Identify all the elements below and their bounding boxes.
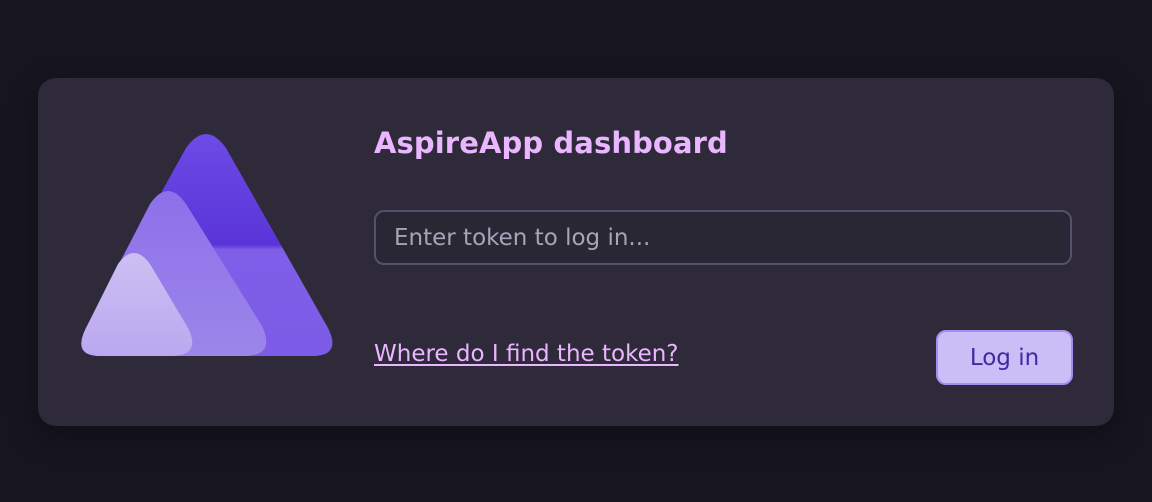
login-card: AspireApp dashboard Where do I find the … xyxy=(38,78,1114,426)
find-token-help-link[interactable]: Where do I find the token? xyxy=(374,341,679,367)
page-title: AspireApp dashboard xyxy=(374,126,728,160)
token-input[interactable] xyxy=(374,210,1072,265)
login-button[interactable]: Log in xyxy=(936,330,1073,385)
aspire-logo-icon xyxy=(81,134,333,356)
